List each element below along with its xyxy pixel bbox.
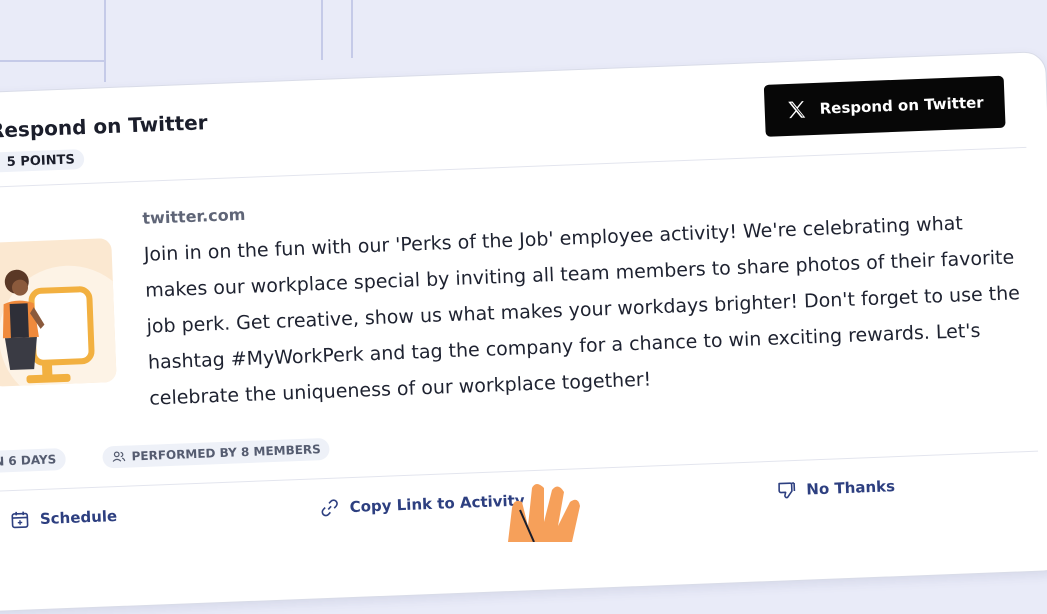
points-label: 5 POINTS (6, 152, 75, 170)
background-line (351, 0, 353, 58)
schedule-label: Schedule (40, 507, 118, 528)
background-line (321, 0, 323, 60)
star-icon: ★ (0, 154, 1, 170)
source-domain: twitter.com (142, 205, 246, 228)
link-icon (319, 497, 340, 518)
copy-link-button[interactable]: Copy Link to Activity (319, 490, 525, 518)
schedule-button[interactable]: Schedule (10, 506, 118, 530)
points-badge: ★ 5 POINTS (0, 149, 84, 173)
members-icon (111, 450, 126, 465)
ends-in-label: ENDS IN 6 DAYS (0, 452, 57, 470)
header-divider (0, 147, 1026, 190)
activity-illustration (0, 238, 117, 387)
x-logo-icon (785, 98, 808, 121)
performed-by-label: PERFORMED BY 8 MEMBERS (131, 442, 321, 463)
thumbs-down-icon (776, 480, 797, 501)
ends-in-badge: ENDS IN 6 DAYS (0, 448, 66, 475)
background-line (104, 0, 106, 82)
activity-description: Join in on the fun with our 'Perks of th… (143, 203, 1029, 417)
no-thanks-label: No Thanks (806, 477, 895, 498)
calendar-icon (10, 509, 31, 530)
respond-on-twitter-button[interactable]: Respond on Twitter (764, 76, 1006, 137)
card-title: Respond on Twitter (0, 110, 208, 142)
background-line (0, 60, 104, 62)
hand-cursor-icon (498, 482, 598, 542)
no-thanks-button[interactable]: No Thanks (776, 476, 895, 501)
respond-button-label: Respond on Twitter (819, 93, 984, 117)
performed-by-badge: PERFORMED BY 8 MEMBERS (102, 438, 330, 469)
